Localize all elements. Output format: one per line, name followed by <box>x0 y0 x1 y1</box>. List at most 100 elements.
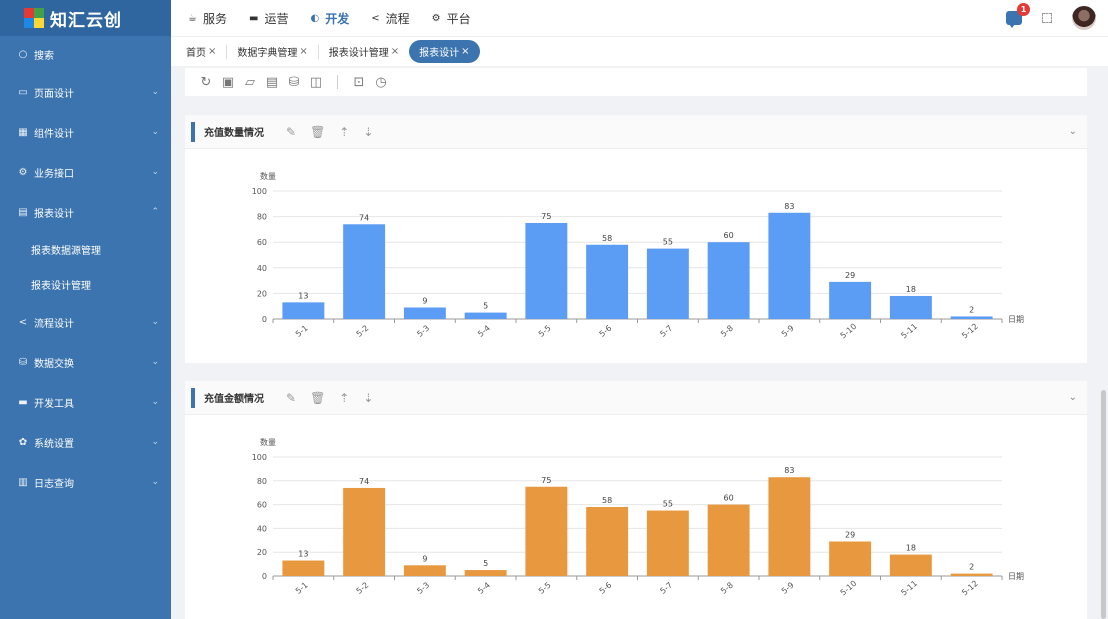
sidebar-item-3[interactable]: ▤ 报表设计 ⌃ <box>0 192 171 232</box>
sidebar-search-label: 搜索 <box>34 50 54 62</box>
data-label: 58 <box>602 496 612 505</box>
move-up-icon[interactable]: ⇡ <box>339 125 349 139</box>
y-tick-label: 100 <box>252 453 267 462</box>
app-logo[interactable]: 知汇云创 <box>0 0 171 36</box>
x-tick-label: 5-1 <box>294 323 310 338</box>
window-icon: ▭ <box>18 86 28 98</box>
database-icon: ⛁ <box>18 356 28 368</box>
refresh-icon[interactable]: ↻ <box>195 75 217 90</box>
delete-icon[interactable]: 🗑︎ <box>310 125 325 139</box>
sidebar-item-0[interactable]: ▭ 页面设计 ⌄ <box>0 72 171 112</box>
tab-3[interactable]: 报表设计 × <box>409 40 480 63</box>
move-up-icon[interactable]: ⇡ <box>339 391 349 405</box>
data-label: 55 <box>663 500 673 509</box>
data-label: 13 <box>298 291 308 300</box>
topnav-label: 流程 <box>385 11 410 26</box>
edit-icon[interactable]: ✎ <box>286 391 296 405</box>
chevron-down-icon[interactable]: ⌄ <box>1069 126 1077 137</box>
sidebar-search[interactable]: ○ 搜索 <box>0 36 171 72</box>
sidebar-item-8[interactable]: ▥ 日志查询 ⌄ <box>0 462 171 502</box>
close-icon[interactable]: × <box>461 46 469 57</box>
sidebar-item-6[interactable]: ▬ 开发工具 ⌄ <box>0 382 171 422</box>
data-label: 5 <box>483 302 488 311</box>
x-tick-label: 5-4 <box>476 580 492 595</box>
data-label: 58 <box>602 234 612 243</box>
bar <box>768 212 811 319</box>
notification-badge: 1 <box>1017 3 1030 16</box>
x-tick-label: 5-5 <box>537 580 553 595</box>
save-icon[interactable]: ▣ <box>217 75 239 90</box>
bar <box>829 281 872 319</box>
data-label: 74 <box>359 477 369 486</box>
topnav-item-2[interactable]: ◐ 开发 <box>310 10 349 27</box>
data-label: 2 <box>969 563 974 572</box>
topnav-item-1[interactable]: ▬ 运营 <box>249 10 288 27</box>
close-icon[interactable]: × <box>299 46 307 57</box>
x-tick-label: 5-3 <box>415 580 431 595</box>
app-title: 知汇云创 <box>50 10 122 31</box>
sidebar-item-4[interactable]: < 流程设计 ⌄ <box>0 302 171 342</box>
cup-icon: ☕ <box>188 12 197 24</box>
chevron-down-icon[interactable]: ⌄ <box>1069 392 1077 403</box>
bar <box>950 573 993 576</box>
sidebar-item-label: 数据交换 <box>34 358 74 370</box>
database-icon[interactable]: ⛁ <box>283 75 305 90</box>
close-icon[interactable]: × <box>391 46 399 57</box>
scrollbar[interactable] <box>1101 390 1106 619</box>
folder-icon[interactable]: ▱ <box>239 75 261 90</box>
move-down-icon[interactable]: ⇣ <box>363 391 373 405</box>
log-icon: ▥ <box>18 476 28 488</box>
tab-divider <box>226 44 228 59</box>
toolbox-icon: ▬ <box>18 396 28 408</box>
bar <box>525 223 568 319</box>
panel-title: 充值数量情况 <box>204 128 264 139</box>
sidebar-item-label: 流程设计 <box>34 318 74 330</box>
bar <box>950 316 993 319</box>
chevron-down-icon: ⌄ <box>151 437 159 447</box>
y-tick-label: 60 <box>257 501 267 510</box>
edit-icon[interactable]: ✎ <box>286 125 296 139</box>
tab-2[interactable]: 报表设计管理 × <box>329 44 399 59</box>
sidebar-item-2[interactable]: ⚙ 业务接口 ⌄ <box>0 152 171 192</box>
y-tick-label: 0 <box>262 572 267 581</box>
close-icon[interactable]: × <box>208 46 216 57</box>
chevron-down-icon: ⌄ <box>151 317 159 327</box>
panel-header: 充值金额情况 ✎ 🗑︎ ⇡ ⇣ ⌄ <box>185 381 1087 415</box>
sidebar-item-7[interactable]: ✿ 系统设置 ⌄ <box>0 422 171 462</box>
message-icon[interactable]: 1 <box>1006 3 1030 28</box>
data-label: 13 <box>298 550 308 559</box>
chart-panel-2: 充值金额情况 ✎ 🗑︎ ⇡ ⇣ ⌄ 数量 0 20 40 60 80 100 13 5-1 74 5… <box>185 381 1087 619</box>
sidebar-subitem[interactable]: 报表设计管理 <box>0 267 171 302</box>
chevron-down-icon: ⌄ <box>151 87 159 97</box>
logo-icon <box>24 8 44 28</box>
x-tick-label: 5-12 <box>960 579 980 598</box>
y-axis-label: 数量 <box>260 171 276 181</box>
data-label: 60 <box>724 494 734 503</box>
sidebar-item-1[interactable]: ▦ 组件设计 ⌄ <box>0 112 171 152</box>
x-tick-label: 5-7 <box>658 323 674 338</box>
fullscreen-icon[interactable] <box>1042 13 1052 23</box>
x-tick-label: 5-2 <box>355 323 371 338</box>
timer-icon[interactable]: ◷ <box>370 75 392 90</box>
sidebar-item-5[interactable]: ⛁ 数据交换 ⌄ <box>0 342 171 382</box>
tab-1[interactable]: 数据字典管理 × <box>237 44 307 59</box>
sidebar-subitem[interactable]: 报表数据源管理 <box>0 232 171 267</box>
bar <box>282 560 325 576</box>
bar-chart-amount: 数量 0 20 40 60 80 100 13 5-1 74 5-2 9 5-3 5 5-4 75 5-5 58 5… <box>252 437 1024 598</box>
topnav-item-0[interactable]: ☕ 服务 <box>188 10 227 27</box>
tab-0[interactable]: 首页 × <box>186 44 216 59</box>
data-label: 55 <box>663 238 673 247</box>
topnav-label: 开发 <box>325 11 350 26</box>
x-tick-label: 5-8 <box>719 323 735 338</box>
delete-icon[interactable]: 🗑︎ <box>310 391 325 405</box>
preview-icon[interactable]: ◫ <box>305 75 327 90</box>
export-icon[interactable]: ⊡ <box>348 75 370 90</box>
bar <box>586 506 629 576</box>
print-icon[interactable]: ▤ <box>261 75 283 90</box>
move-down-icon[interactable]: ⇣ <box>363 125 373 139</box>
topnav-item-4[interactable]: ⚙ 平台 <box>432 10 471 27</box>
topnav-item-3[interactable]: < 流程 <box>371 10 409 27</box>
avatar[interactable] <box>1072 6 1096 30</box>
data-label: 74 <box>359 213 369 222</box>
bar <box>646 248 689 319</box>
